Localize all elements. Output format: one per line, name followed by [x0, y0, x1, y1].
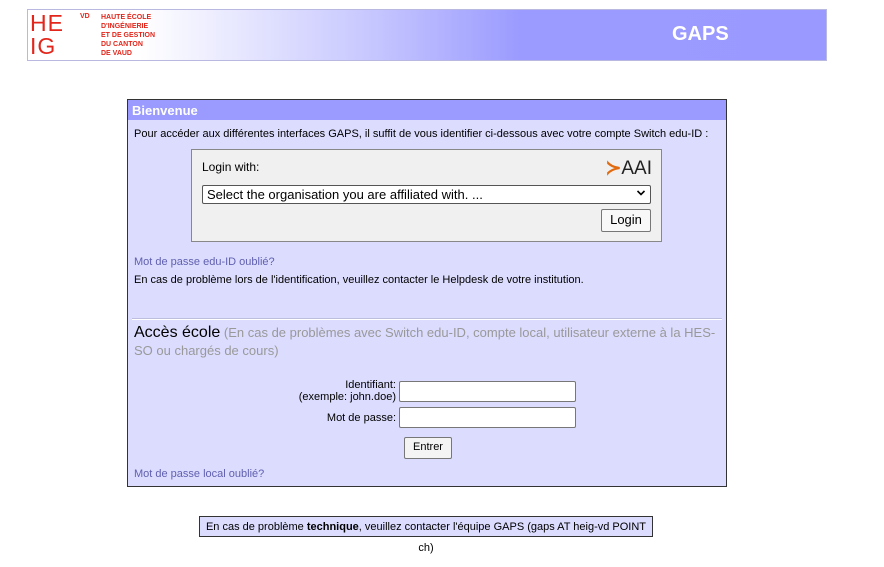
aai-logo: ≻AAI: [605, 157, 652, 180]
heig-vd-logo[interactable]: HE IG: [30, 12, 78, 58]
logo-text-line: HAUTE ÉCOLE: [101, 14, 152, 21]
forgot-local-password-link[interactable]: Mot de passe local oublié?: [134, 468, 264, 480]
welcome-panel: Bienvenue Pour accéder aux différentes i…: [127, 99, 727, 487]
identifiant-example: (exemple: john.doe): [298, 391, 396, 403]
problem-text: En cas de problème lors de l'identificat…: [134, 274, 584, 286]
password-input[interactable]: [399, 407, 576, 428]
entrer-button[interactable]: Entrer: [404, 437, 452, 459]
chevron-down-icon: [637, 190, 645, 196]
app-title: GAPS: [672, 23, 729, 45]
logo-text-line: D'INGÉNIERIE: [101, 23, 149, 30]
logo-line1: HE: [30, 10, 64, 36]
password-label: Mot de passe:: [326, 412, 396, 424]
organisation-select[interactable]: Select the organisation you are affiliat…: [202, 185, 651, 204]
identifiant-label-text: Identifiant:: [345, 379, 396, 391]
logo-text-line: DU CANTON: [101, 41, 143, 48]
aai-login-box: Login with: ≻AAI Select the organisation…: [191, 149, 662, 242]
footer-bold: technique: [306, 521, 359, 533]
intro-text: Pour accéder aux différentes interfaces …: [134, 128, 709, 140]
organisation-select-value: Select the organisation you are affiliat…: [207, 187, 483, 202]
identifiant-label: Identifiant: (exemple: john.doe): [299, 379, 396, 403]
acces-ecole-title: Accès école: [134, 324, 221, 341]
footer-suffix: , veuillez contacter l'équipe GAPS (gaps…: [358, 521, 647, 554]
aai-login-label: Login with:: [202, 160, 260, 174]
identifiant-input[interactable]: [399, 381, 576, 402]
acces-ecole-section: Accès école (En cas de problèmes avec Sw…: [134, 324, 718, 360]
header-banner: HE IG VD HAUTE ÉCOLE D'INGÉNIERIE ET DE …: [27, 9, 827, 61]
panel-heading: Bienvenue: [128, 100, 726, 120]
technical-contact-footer: En cas de problème technique, veuillez c…: [199, 516, 653, 554]
aai-login-button[interactable]: Login: [601, 209, 651, 232]
logo-school-name: HAUTE ÉCOLE D'INGÉNIERIE ET DE GESTION D…: [101, 13, 155, 58]
logo-line2: IG: [30, 33, 57, 59]
logo-text-line: DE VAUD: [101, 50, 132, 57]
acces-ecole-note: (En cas de problèmes avec Switch edu-ID,…: [134, 325, 716, 358]
aai-logo-text: AAI: [621, 158, 652, 179]
section-divider: [132, 318, 722, 320]
logo-text-line: ET DE GESTION: [101, 32, 156, 39]
forgot-eduid-link[interactable]: Mot de passe edu-ID oublié?: [134, 256, 275, 268]
logo-vd: VD: [80, 13, 90, 20]
footer-prefix: En cas de problème: [205, 521, 307, 533]
aai-arrow-icon: ≻: [605, 158, 622, 179]
